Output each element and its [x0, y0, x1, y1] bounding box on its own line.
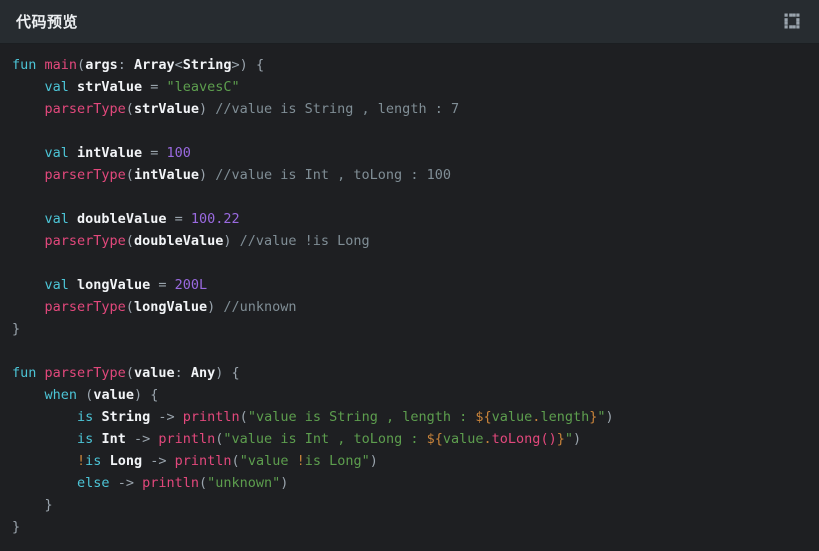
code-preview-window: 代码预览 fun main(args: Array<String>) {val… [0, 0, 819, 551]
code-line: fun main(args: Array<String>) { [12, 57, 265, 73]
page-title: 代码预览 [16, 13, 79, 31]
code-line: parserType(doubleValue) //value !is Long [44, 233, 370, 249]
code-line: parserType(strValue) //value is String ,… [44, 101, 460, 117]
code-line: parserType(longValue) //unknown [44, 299, 297, 315]
code-line: else -> println("unknown") [77, 475, 289, 491]
code-line: val strValue = "leavesC" [44, 79, 240, 95]
code-block[interactable]: fun main(args: Array<String>) { val strV… [0, 54, 819, 538]
window-titlebar: 代码预览 [0, 0, 819, 44]
code-line: } [44, 497, 53, 513]
code-line: !is Long -> println("value !is Long") [77, 453, 378, 469]
code-line: } [12, 321, 21, 337]
code-line: } [12, 519, 21, 535]
code-line: val intValue = 100 [44, 145, 191, 161]
code-line: is Int -> println("value is Int , toLong… [77, 431, 582, 447]
code-line: val longValue = 200L [44, 277, 208, 293]
code-line: parserType(intValue) //value is Int , to… [44, 167, 451, 183]
code-line: fun parserType(value: Any) { [12, 365, 240, 381]
code-scroll-area[interactable]: fun main(args: Array<String>) { val strV… [0, 44, 819, 551]
code-line: val doubleValue = 100.22 [44, 211, 240, 227]
code-line: when (value) { [44, 387, 159, 403]
code-line: is String -> println("value is String , … [77, 409, 614, 425]
compress-arrows-icon[interactable] [779, 9, 805, 35]
